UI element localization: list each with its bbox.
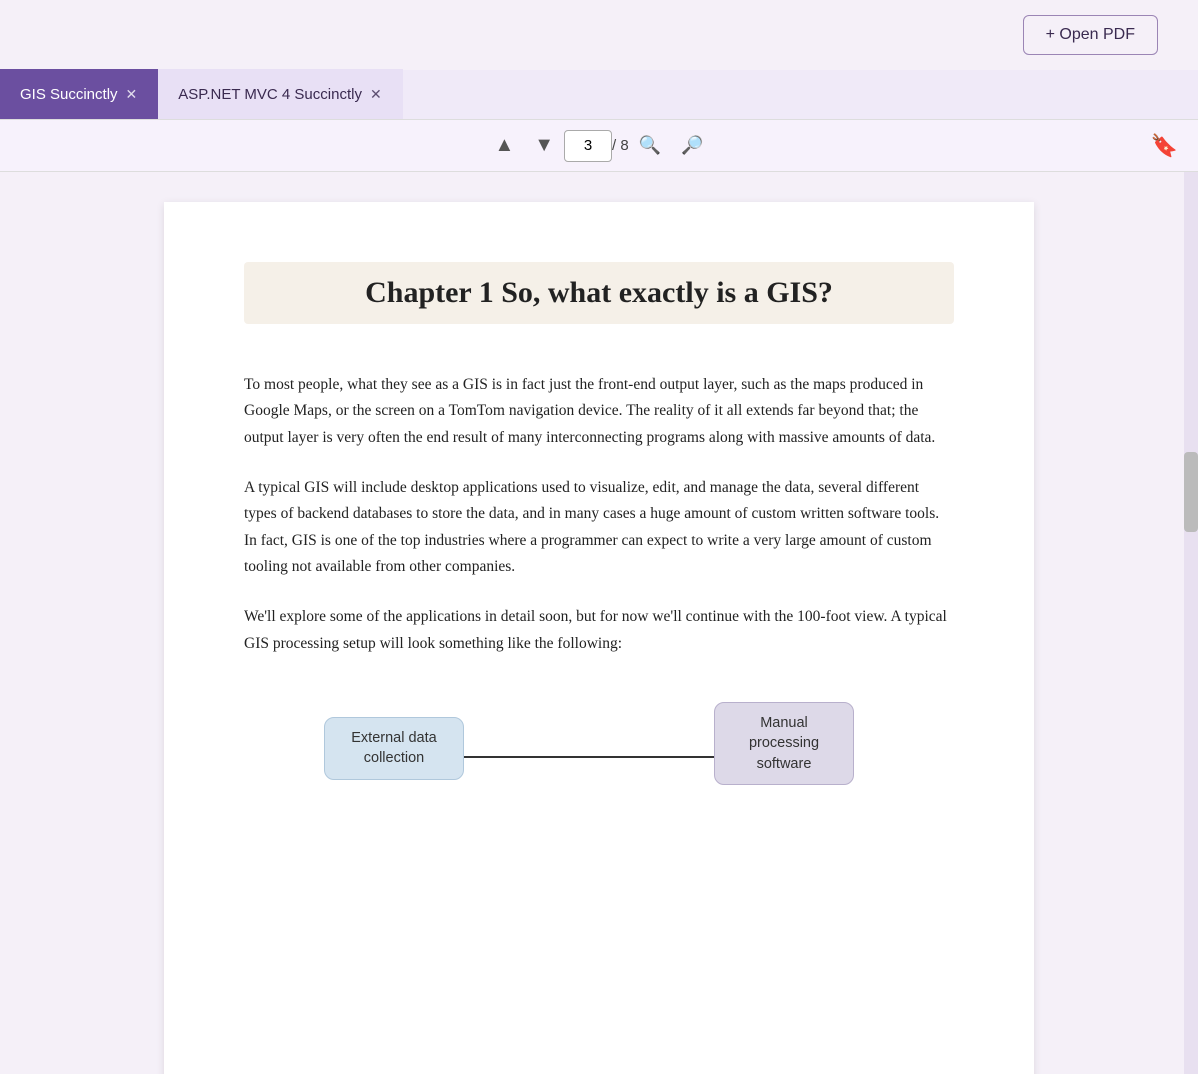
bookmark-button[interactable]: 🔖 — [1151, 133, 1178, 159]
diagram-area: External data collection Manual processi… — [244, 697, 954, 827]
tab-gis-close[interactable]: ✕ — [126, 86, 138, 103]
scrollbar-thumb[interactable] — [1184, 452, 1198, 532]
tab-gis-label: GIS Succinctly — [20, 86, 118, 103]
page-total: / 8 — [612, 137, 629, 154]
zoom-out-button[interactable]: 🔍 — [629, 129, 671, 162]
diagram-box-external: External data collection — [324, 717, 464, 780]
next-page-button[interactable]: ▼ — [524, 128, 564, 163]
paragraph-1: To most people, what they see as a GIS i… — [244, 372, 954, 451]
pdf-area: Chapter 1 So, what exactly is a GIS? To … — [0, 172, 1198, 1074]
tab-gis[interactable]: GIS Succinctly ✕ — [0, 69, 158, 119]
tab-bar: GIS Succinctly ✕ ASP.NET MVC 4 Succinctl… — [0, 70, 1198, 120]
zoom-in-button[interactable]: 🔎 — [671, 129, 713, 162]
paragraph-3: We'll explore some of the applications i… — [244, 604, 954, 657]
chapter-title: Chapter 1 So, what exactly is a GIS? — [244, 262, 954, 324]
tab-asp-label: ASP.NET MVC 4 Succinctly — [178, 86, 362, 103]
top-bar: + Open PDF — [0, 0, 1198, 70]
prev-page-button[interactable]: ▲ — [484, 128, 524, 163]
toolbar: ▲ ▼ / 8 🔍 🔎 🔖 — [0, 120, 1198, 172]
paragraph-2: A typical GIS will include desktop appli… — [244, 475, 954, 580]
pdf-page: Chapter 1 So, what exactly is a GIS? To … — [164, 202, 1034, 1074]
diagram-box-manual: Manual processing software — [714, 702, 854, 785]
scrollbar[interactable] — [1184, 172, 1198, 1074]
tab-asp-close[interactable]: ✕ — [370, 86, 382, 103]
page-input[interactable] — [564, 130, 612, 162]
tab-asp[interactable]: ASP.NET MVC 4 Succinctly ✕ — [158, 69, 402, 119]
open-pdf-button[interactable]: + Open PDF — [1023, 15, 1158, 55]
